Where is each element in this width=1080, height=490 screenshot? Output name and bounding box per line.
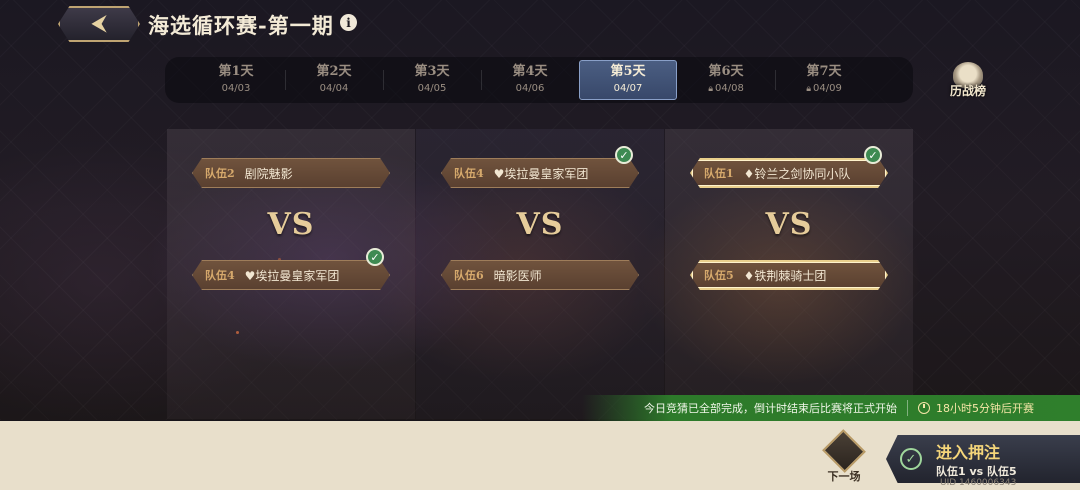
tab-day-label: 第4天 [512, 64, 548, 79]
tab-date-label: 04/03 [221, 83, 251, 94]
tab-day-label: 第2天 [316, 64, 352, 79]
team-name-row: ♥埃拉曼皇家军团 [245, 267, 340, 284]
tab-date-label: 04/09 [812, 83, 842, 94]
team-name: 剧院魅影 [244, 166, 293, 181]
rank-button-label: 历战榜 [949, 84, 986, 98]
heart-icon: ♥ [244, 268, 256, 283]
notice-divider [907, 400, 908, 416]
team-name: 铁荆棘骑士团 [754, 268, 827, 283]
vs-label: VS [765, 207, 813, 242]
tab-day-7[interactable]: 第7天 🔒︎ 04/09 [775, 60, 873, 100]
tab-day-5[interactable]: 第5天 04/07 [579, 60, 677, 100]
team-plate[interactable]: 队伍4 ♥埃拉曼皇家军团 [192, 260, 390, 290]
team-index: 队伍5 [704, 269, 734, 282]
info-icon[interactable]: i [340, 14, 357, 31]
vs-label: VS [516, 207, 564, 242]
team-index: 队伍6 [454, 269, 484, 282]
tab-date-row: 🔒︎ 04/09 [806, 82, 842, 96]
back-arrow-icon: ⮜ [91, 11, 107, 36]
check-icon: ✓ [366, 248, 384, 266]
lock-icon: 🔒︎ [806, 84, 811, 94]
selected-match-label: 队伍1 vs 队伍5 [936, 465, 1017, 478]
tab-day-label: 第6天 [708, 64, 744, 79]
countdown-timer: 18小时5分钟后开赛 [936, 402, 1034, 415]
team-index: 队伍1 [704, 167, 734, 180]
notice-message: 今日竞猜已全部完成，倒计时结束后比赛将正式开始 [644, 402, 897, 415]
team-name: 铃兰之剑协同小队 [754, 166, 851, 181]
tab-date-label: 04/05 [417, 83, 447, 94]
tab-day-label: 第5天 [610, 64, 646, 79]
team-name-row: ♦铁荆棘骑士团 [744, 267, 827, 284]
enter-betting-button[interactable]: ✓ 进入押注 队伍1 vs 队伍5 [886, 435, 1080, 483]
next-match-button[interactable]: 下一场 [818, 429, 870, 484]
team-plate[interactable]: 队伍2 剧院魅影 [192, 158, 390, 188]
match-card[interactable]: 队伍2 剧院魅影 VS 队伍4 ♥埃拉曼皇家军团 ✓ [167, 129, 415, 419]
tab-day-6[interactable]: 第6天 🔒︎ 04/08 [677, 60, 775, 100]
team-plate[interactable]: 队伍4 ♥埃拉曼皇家军团 [441, 158, 639, 188]
team-index: 队伍4 [205, 269, 235, 282]
notice-bar: 今日竞猜已全部完成，倒计时结束后比赛将正式开始 18小时5分钟后开赛 [582, 395, 1080, 421]
check-circle-icon: ✓ [900, 448, 922, 470]
diamond-icon: ♦ [743, 268, 755, 283]
diamond-icon: ♦ [743, 166, 755, 181]
check-icon: ✓ [615, 146, 633, 164]
page-title: 海选循环赛-第一期 [148, 13, 334, 38]
back-button[interactable]: ⮜ [58, 6, 140, 42]
rank-button[interactable]: 历战榜 [944, 62, 992, 102]
heart-icon: ♥ [493, 166, 505, 181]
tab-date-label: 04/07 [613, 83, 643, 94]
check-icon: ✓ [864, 146, 882, 164]
tab-day-3[interactable]: 第3天 04/05 [383, 60, 481, 100]
team-index: 队伍2 [205, 167, 235, 180]
tab-date-row: 🔒︎ 04/08 [708, 82, 744, 96]
match-card[interactable]: 队伍4 ♥埃拉曼皇家军团 ✓ VS 队伍6 暗影医师 [416, 129, 664, 419]
lock-icon: 🔒︎ [708, 84, 713, 94]
tab-day-4[interactable]: 第4天 04/06 [481, 60, 579, 100]
tab-date-label: 04/04 [319, 83, 349, 94]
tab-day-label: 第1天 [218, 64, 254, 79]
tab-date-label: 04/06 [515, 83, 545, 94]
clock-icon [918, 402, 930, 414]
tab-day-1[interactable]: 第1天 04/03 [187, 60, 285, 100]
team-plate-selected[interactable]: 队伍5 ♦铁荆棘骑士团 [690, 260, 888, 290]
team-name-row: ♦铃兰之剑协同小队 [744, 165, 851, 182]
team-name-row: ♥埃拉曼皇家军团 [494, 165, 589, 182]
tab-day-label: 第3天 [414, 64, 450, 79]
team-name: 埃拉曼皇家军团 [504, 166, 589, 181]
tab-date-label: 04/08 [714, 83, 744, 94]
enter-betting-texts: 进入押注 队伍1 vs 队伍5 [936, 439, 1017, 479]
enter-betting-label: 进入押注 [936, 443, 1001, 462]
team-name: 暗影医师 [493, 268, 542, 283]
match-card[interactable]: 队伍1 ♦铃兰之剑协同小队 ✓ VS 队伍5 ♦铁荆棘骑士团 [665, 129, 913, 419]
vs-label: VS [267, 207, 315, 242]
team-name: 埃拉曼皇家军团 [255, 268, 340, 283]
team-plate[interactable]: 队伍6 暗影医师 [441, 260, 639, 290]
team-plate-selected[interactable]: 队伍1 ♦铃兰之剑协同小队 [690, 158, 888, 188]
diamond-frame-icon [822, 429, 866, 473]
tab-day-2[interactable]: 第2天 04/04 [285, 60, 383, 100]
tab-day-label: 第7天 [806, 64, 842, 79]
uid-label: UID 1460006343 [940, 478, 1017, 488]
day-tabs: 第1天 04/03 第2天 04/04 第3天 04/05 第4天 04/06 … [165, 57, 913, 103]
team-index: 队伍4 [454, 167, 484, 180]
